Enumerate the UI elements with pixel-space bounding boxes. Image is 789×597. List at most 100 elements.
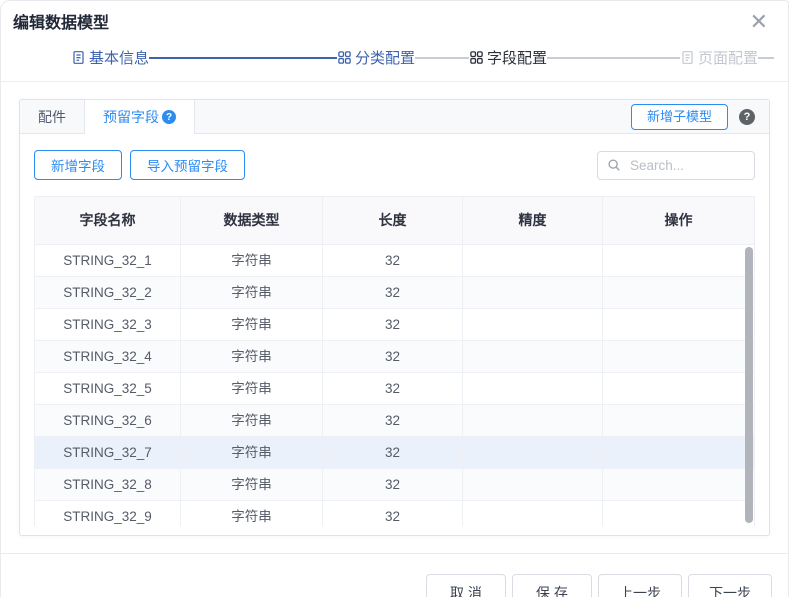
cancel-button[interactable]: 取 消 — [426, 574, 506, 597]
cell-precision — [463, 469, 603, 500]
cell-name: STRING_32_2 — [35, 277, 181, 308]
grid-icon — [337, 50, 352, 65]
cell-name: STRING_32_4 — [35, 341, 181, 372]
step-4[interactable]: 页面配置 — [680, 47, 758, 68]
cell-precision — [463, 373, 603, 404]
step-2[interactable]: 分类配置 — [337, 47, 415, 68]
add-submodel-button[interactable]: 新增子模型 — [631, 104, 728, 130]
document-icon — [71, 50, 86, 65]
cell-name: STRING_32_7 — [35, 437, 181, 468]
cell-name: STRING_32_1 — [35, 245, 181, 276]
help-icon[interactable]: ? — [739, 109, 755, 125]
save-button[interactable]: 保 存 — [512, 574, 592, 597]
column-header: 操作 — [603, 197, 754, 245]
cell-length: 32 — [323, 501, 463, 526]
dialog-header: 编辑数据模型 ✕ 基本信息 分类配置 字段配置 页面配置 — [1, 1, 788, 82]
column-header: 数据类型 — [181, 197, 323, 245]
tab-parts-label: 配件 — [38, 107, 66, 127]
cell-name: STRING_32_9 — [35, 501, 181, 526]
cell-actions — [603, 469, 754, 500]
table-row[interactable]: STRING_32_2字符串32 — [35, 277, 754, 309]
search-input[interactable] — [628, 157, 745, 174]
cell-type: 字符串 — [181, 405, 323, 436]
cell-name: STRING_32_6 — [35, 405, 181, 436]
cell-type: 字符串 — [181, 437, 323, 468]
cell-actions — [603, 405, 754, 436]
tab-bar-actions: 新增子模型 ? — [631, 100, 769, 133]
fields-panel: 配件 预留字段 ? 新增子模型 ? 新增字段 导入预留字段 字段名称数据类型长度… — [19, 99, 770, 536]
table-row[interactable]: STRING_32_7字符串32 — [35, 437, 754, 469]
cell-type: 字符串 — [181, 245, 323, 276]
cell-actions — [603, 437, 754, 468]
table-row[interactable]: STRING_32_8字符串32 — [35, 469, 754, 501]
footer-actions: 取 消保 存上一步下一步 — [426, 574, 772, 597]
step-connector — [758, 57, 774, 59]
cell-precision — [463, 405, 603, 436]
document-icon — [680, 50, 695, 65]
cell-length: 32 — [323, 341, 463, 372]
step-label: 页面配置 — [698, 47, 758, 68]
tab-reserved-fields[interactable]: 预留字段 ? — [85, 100, 195, 134]
help-icon[interactable]: ? — [162, 110, 176, 124]
dialog-title: 编辑数据模型 — [13, 14, 788, 34]
tab-bar: 配件 预留字段 ? 新增子模型 ? — [20, 100, 769, 134]
close-icon[interactable]: ✕ — [750, 12, 768, 32]
tab-reserved-fields-label: 预留字段 — [103, 107, 159, 127]
table-row[interactable]: STRING_32_1字符串32 — [35, 245, 754, 277]
cell-actions — [603, 501, 754, 526]
grid-icon — [469, 50, 484, 65]
add-field-button[interactable]: 新增字段 — [34, 150, 122, 180]
cell-type: 字符串 — [181, 373, 323, 404]
step-1[interactable]: 基本信息 — [71, 47, 149, 68]
step-connector — [415, 57, 469, 59]
table-toolbar: 新增字段 导入预留字段 — [34, 150, 755, 180]
step-3[interactable]: 字段配置 — [469, 47, 547, 68]
table-row[interactable]: STRING_32_6字符串32 — [35, 405, 754, 437]
cell-actions — [603, 373, 754, 404]
table-row[interactable]: STRING_32_3字符串32 — [35, 309, 754, 341]
cell-type: 字符串 — [181, 501, 323, 526]
step-label: 字段配置 — [487, 47, 547, 68]
cell-length: 32 — [323, 437, 463, 468]
cell-actions — [603, 341, 754, 372]
next-step-button[interactable]: 下一步 — [688, 574, 772, 597]
import-reserved-fields-button[interactable]: 导入预留字段 — [130, 150, 245, 180]
cell-name: STRING_32_8 — [35, 469, 181, 500]
cell-name: STRING_32_3 — [35, 309, 181, 340]
table-body: STRING_32_1字符串32STRING_32_2字符串32STRING_3… — [35, 245, 754, 526]
cell-actions — [603, 245, 754, 276]
cell-precision — [463, 245, 603, 276]
cell-precision — [463, 309, 603, 340]
search-box[interactable] — [597, 151, 755, 180]
table-row[interactable]: STRING_32_5字符串32 — [35, 373, 754, 405]
cell-actions — [603, 309, 754, 340]
cell-type: 字符串 — [181, 309, 323, 340]
table-row[interactable]: STRING_32_4字符串32 — [35, 341, 754, 373]
column-header: 字段名称 — [35, 197, 181, 245]
stepper: 基本信息 分类配置 字段配置 页面配置 — [13, 47, 788, 68]
cell-length: 32 — [323, 277, 463, 308]
cell-precision — [463, 501, 603, 526]
tab-parts[interactable]: 配件 — [20, 100, 85, 133]
cell-type: 字符串 — [181, 341, 323, 372]
table-header-row: 字段名称数据类型长度精度操作 — [35, 197, 754, 245]
edit-data-model-dialog: 编辑数据模型 ✕ 基本信息 分类配置 字段配置 页面配置 配件 预留字段 ? 新增子模… — [0, 0, 789, 597]
cell-length: 32 — [323, 469, 463, 500]
table-row[interactable]: STRING_32_9字符串32 — [35, 501, 754, 526]
step-label: 分类配置 — [355, 47, 415, 68]
step-connector — [547, 57, 680, 59]
previous-step-button[interactable]: 上一步 — [598, 574, 682, 597]
cell-type: 字符串 — [181, 469, 323, 500]
fields-table: 字段名称数据类型长度精度操作 STRING_32_1字符串32STRING_32… — [34, 196, 755, 526]
vertical-scrollbar[interactable] — [745, 247, 753, 523]
column-header: 精度 — [463, 197, 603, 245]
step-connector — [149, 57, 337, 59]
cell-precision — [463, 341, 603, 372]
cell-length: 32 — [323, 245, 463, 276]
step-label: 基本信息 — [89, 47, 149, 68]
cell-name: STRING_32_5 — [35, 373, 181, 404]
cell-precision — [463, 437, 603, 468]
cell-length: 32 — [323, 405, 463, 436]
cell-type: 字符串 — [181, 277, 323, 308]
cell-length: 32 — [323, 309, 463, 340]
